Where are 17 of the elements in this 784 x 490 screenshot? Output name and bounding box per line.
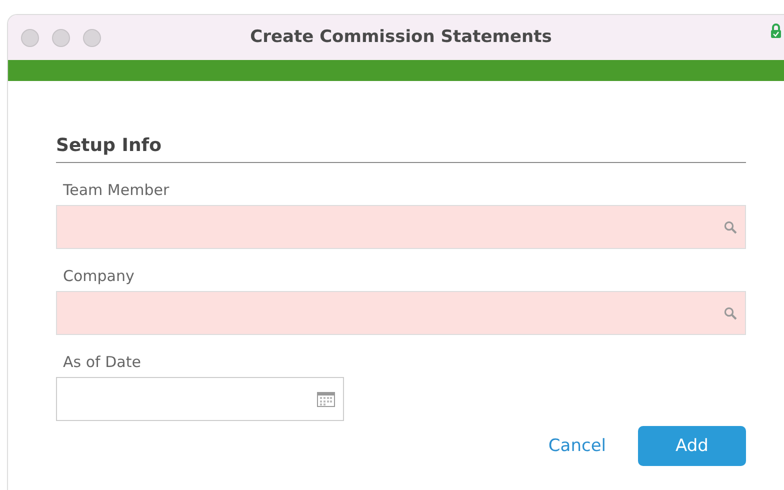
field-label: Company [63, 267, 136, 285]
lookup-field[interactable] [56, 291, 746, 335]
calendar-icon[interactable] [317, 392, 335, 406]
section-title: Setup Info [56, 135, 746, 163]
lookup-field[interactable] [56, 205, 746, 249]
add-button[interactable]: Add [638, 426, 746, 466]
cancel-link[interactable]: Cancel [546, 426, 608, 466]
window-control-button[interactable] [52, 28, 70, 46]
date-field[interactable] [56, 377, 344, 421]
field-label: Team Member [63, 181, 170, 199]
lock-icon [770, 23, 782, 39]
search-icon [724, 306, 737, 320]
window-control-button[interactable] [21, 28, 39, 46]
search-icon [724, 220, 737, 234]
window-control-button[interactable] [83, 28, 101, 46]
window-title: Create Commission Statements [249, 27, 553, 47]
field-label: As of Date [63, 353, 142, 371]
